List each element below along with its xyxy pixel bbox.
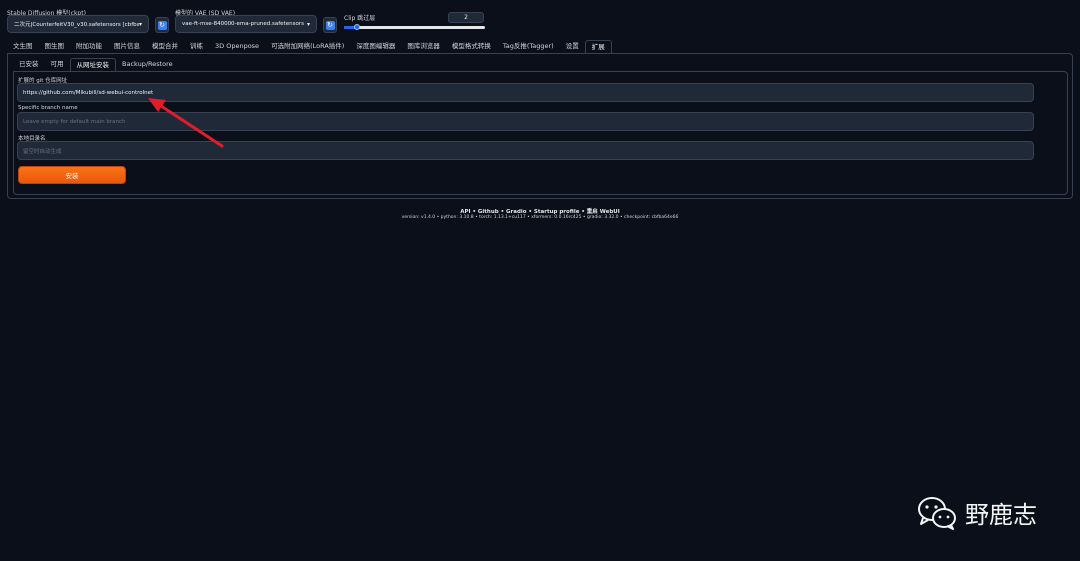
- main-tab[interactable]: 设置: [560, 40, 585, 53]
- clip-skip-label: Clip 跳过层: [344, 15, 376, 22]
- watermark: 野鹿志: [917, 495, 1037, 530]
- checkpoint-select[interactable]: 二次元|CounterfeitV30_v30.safetensors [cbfb…: [7, 15, 149, 33]
- main-tab[interactable]: 附加功能: [70, 40, 108, 53]
- clip-skip-slider[interactable]: [344, 24, 485, 30]
- main-tab[interactable]: 训练: [184, 40, 209, 53]
- main-tab[interactable]: 可选附加网络(LoRA插件): [265, 40, 350, 53]
- extension-sub-tab-bar: 已安装 可用 从网址安装 Backup/Restore: [13, 58, 179, 71]
- wechat-icon: [918, 496, 956, 530]
- vae-select[interactable]: vae-ft-mse-840000-ema-pruned.safetensors…: [175, 15, 317, 33]
- vae-value: vae-ft-mse-840000-ema-pruned.safetensors: [182, 21, 304, 27]
- chevron-down-icon: ▾: [306, 20, 310, 28]
- main-tab[interactable]: 深度图编辑器: [350, 40, 401, 53]
- vae-refresh-button[interactable]: ↻: [323, 17, 337, 33]
- footer-version: version: v1.4.0 • python: 3.10.8 • torch…: [401, 215, 679, 220]
- clip-skip-value[interactable]: 2: [448, 12, 484, 23]
- sub-tab[interactable]: 从网址安装: [69, 58, 116, 71]
- main-tab[interactable]: 图库浏览器: [401, 40, 446, 53]
- local-dir-input[interactable]: 留空时自动生成: [17, 141, 1034, 160]
- main-tab[interactable]: 3D Openpose: [209, 40, 265, 53]
- main-tab[interactable]: 图生图: [39, 40, 71, 53]
- sub-tab[interactable]: 已安装: [13, 58, 45, 71]
- sub-tab[interactable]: 可用: [45, 58, 70, 71]
- refresh-icon: ↻: [325, 20, 335, 30]
- main-tab[interactable]: 扩展: [584, 40, 612, 53]
- branch-input[interactable]: Leave empty for default main branch: [17, 112, 1034, 131]
- sub-tab[interactable]: Backup/Restore: [116, 58, 179, 71]
- main-tab[interactable]: 模型格式转换: [446, 40, 497, 53]
- main-tab[interactable]: 图片信息: [108, 40, 146, 53]
- checkpoint-value: 二次元|CounterfeitV30_v30.safetensors [cbfb…: [14, 22, 139, 28]
- refresh-icon: ↻: [157, 20, 167, 30]
- install-button[interactable]: 安装: [18, 166, 126, 184]
- clip-skip-slider-thumb[interactable]: [353, 24, 360, 30]
- main-tab[interactable]: 模型合并: [146, 40, 184, 53]
- chevron-down-icon: ▾: [138, 20, 142, 28]
- url-input[interactable]: https://github.com/Mikubill/sd-webui-con…: [17, 83, 1034, 102]
- footer-links[interactable]: API • Github • Gradio • Startup profile …: [0, 207, 1080, 215]
- branch-label: Specific branch name: [18, 105, 78, 111]
- checkpoint-refresh-button[interactable]: ↻: [155, 17, 169, 33]
- main-tab[interactable]: Tag反推(Tagger): [497, 40, 560, 53]
- main-tab[interactable]: 文生图: [7, 40, 39, 53]
- main-tab-bar: 文生图 图生图 附加功能 图片信息 模型合并 训练 3D Openpose 可选附加网络(Lo…: [7, 40, 612, 53]
- watermark-text: 野鹿志: [965, 501, 1037, 529]
